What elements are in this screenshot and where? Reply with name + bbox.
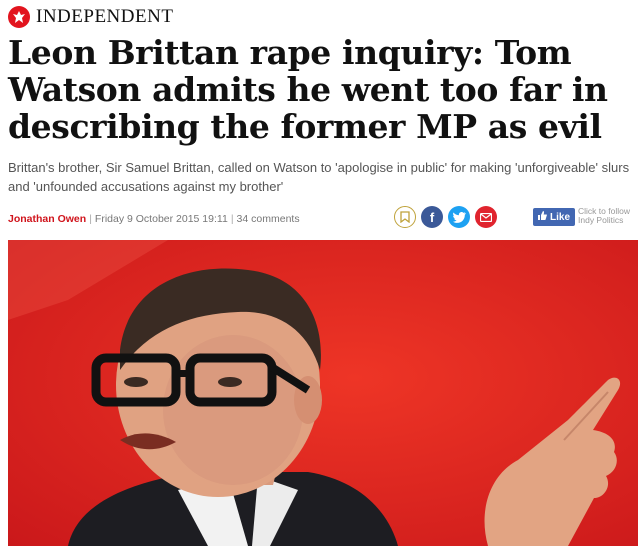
eagle-icon (8, 6, 30, 28)
author-link[interactable]: Jonathan Owen (8, 213, 86, 225)
brand-name: INDEPENDENT (36, 6, 174, 27)
thumbs-up-icon (538, 211, 547, 223)
hero-image (8, 240, 638, 546)
facebook-icon[interactable]: f (421, 206, 443, 228)
follow-topic-name: Indy Politics (578, 215, 624, 225)
follow-topic[interactable]: Click to follow Indy Politics (578, 207, 638, 225)
facebook-like-button[interactable]: Like (533, 208, 576, 226)
article-standfirst: Brittan's brother, Sir Samuel Brittan, c… (8, 160, 630, 194)
masthead[interactable]: INDEPENDENT (8, 6, 173, 28)
share-bar: f (394, 206, 497, 228)
article-headline: Leon Brittan rape inquiry: Tom Watson ad… (8, 33, 608, 146)
email-icon[interactable] (475, 206, 497, 228)
like-label: Like (550, 211, 571, 223)
twitter-icon[interactable] (448, 206, 470, 228)
comments-link[interactable]: 34 comments (237, 213, 300, 225)
bookmark-icon[interactable] (394, 206, 416, 228)
publish-date: Friday 9 October 2015 19:11 (94, 213, 228, 225)
byline-divider: | (89, 213, 92, 225)
byline-divider: | (230, 213, 234, 225)
byline: Jonathan Owen | Friday 9 October 2015 19… (8, 213, 300, 225)
hero-photo (8, 240, 638, 546)
